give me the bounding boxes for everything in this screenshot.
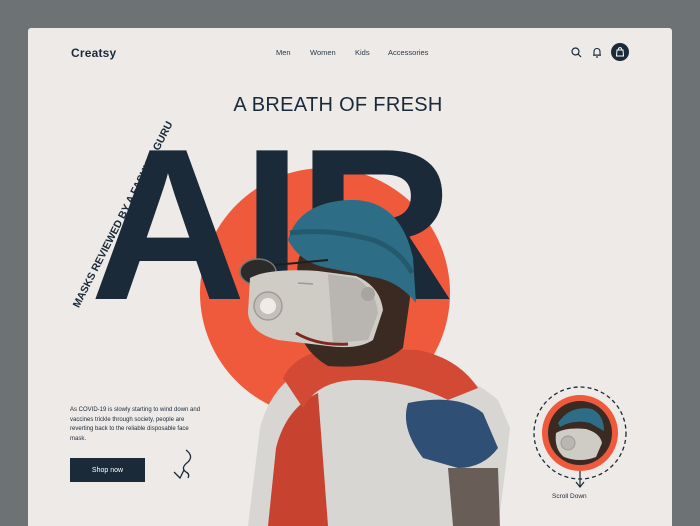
nav-item-men[interactable]: Men xyxy=(276,48,291,57)
scroll-down-label[interactable]: Scroll Down xyxy=(552,493,587,500)
scroll-down-thumbnail[interactable] xyxy=(530,383,630,493)
swoosh-arrow-icon xyxy=(173,449,192,480)
hero-page: AIR Creatsy Men Women Kids Accessories A… xyxy=(28,28,672,526)
shopping-bag-icon xyxy=(615,47,625,57)
hero-headline: A BREATH OF FRESH xyxy=(233,94,443,116)
shop-now-button[interactable]: Shop now xyxy=(70,458,145,482)
brand-logo[interactable]: Creatsy xyxy=(71,46,116,60)
search-icon[interactable] xyxy=(571,47,582,58)
bell-icon[interactable] xyxy=(592,47,602,58)
cart-button[interactable] xyxy=(611,43,629,61)
hero-description: As COVID-19 is slowly starting to wind d… xyxy=(70,407,201,442)
nav-item-women[interactable]: Women xyxy=(310,48,336,57)
nav-item-accessories[interactable]: Accessories xyxy=(388,48,428,57)
nav-item-kids[interactable]: Kids xyxy=(355,48,370,57)
hero-headline-wrap: A BREATH OF FRESH xyxy=(28,94,672,117)
